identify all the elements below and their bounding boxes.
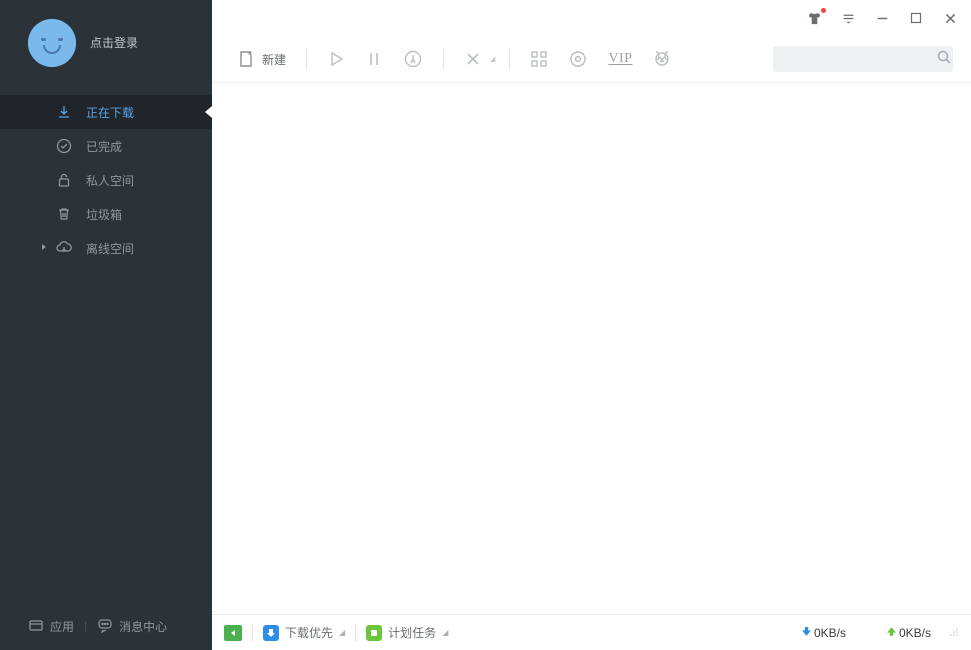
- check-circle-icon: [56, 138, 72, 154]
- maximize-button[interactable]: [907, 9, 925, 27]
- toolbar: 新建 ◢: [212, 36, 971, 82]
- nav-item-downloading[interactable]: 正在下载: [0, 95, 212, 129]
- pause-button[interactable]: [357, 46, 391, 72]
- divider: [443, 49, 444, 69]
- chevron-right-icon: [40, 243, 48, 254]
- sidebar: 点击登录 正在下载 已完成 私人空间: [0, 0, 212, 650]
- nav-label: 正在下载: [86, 104, 134, 121]
- status-schedule[interactable]: 计划任务 ◢: [366, 624, 448, 641]
- divider: [252, 625, 253, 641]
- nav-item-private[interactable]: 私人空间: [0, 163, 212, 197]
- login-link[interactable]: 点击登录: [90, 34, 138, 51]
- avatar[interactable]: [28, 19, 76, 67]
- skin-button[interactable]: [805, 9, 823, 27]
- search-icon: [936, 49, 952, 70]
- vip-button[interactable]: VIP: [600, 47, 640, 71]
- start-button[interactable]: [319, 46, 353, 72]
- new-button[interactable]: 新建: [228, 45, 294, 73]
- titlebar: [212, 0, 971, 36]
- chevron-down-icon: ◢: [442, 628, 448, 637]
- nav-label: 私人空间: [86, 172, 134, 189]
- statusbar: 下载优先 ◢ 计划任务 ◢ 0KB/s: [212, 614, 971, 650]
- search-box[interactable]: [773, 46, 953, 72]
- download-speed-value: 0KB/s: [814, 626, 846, 640]
- priority-icon: [263, 625, 279, 641]
- download-speed: 0KB/s: [801, 626, 846, 640]
- sidebar-header: 点击登录: [0, 0, 212, 85]
- content-area: [212, 82, 971, 614]
- schedule-icon: [366, 625, 382, 641]
- notification-dot: [821, 8, 826, 13]
- settings-button[interactable]: [560, 45, 596, 73]
- reward-button[interactable]: [644, 45, 680, 73]
- nav-label: 垃圾箱: [86, 206, 122, 223]
- sidebar-nav: 正在下载 已完成 私人空间 垃圾箱: [0, 85, 212, 265]
- vip-label: VIP: [608, 51, 632, 67]
- chevron-down-icon: ◢: [339, 628, 345, 637]
- nav-item-offline[interactable]: 离线空间: [0, 231, 212, 265]
- new-button-label: 新建: [262, 51, 286, 68]
- arrow-up-icon: [886, 626, 897, 640]
- arrow-down-icon: [801, 626, 812, 640]
- footer-messages[interactable]: 消息中心: [97, 617, 167, 636]
- nav-item-trash[interactable]: 垃圾箱: [0, 197, 212, 231]
- resize-grip[interactable]: [949, 626, 959, 640]
- status-priority[interactable]: 下载优先 ◢: [263, 624, 345, 641]
- upload-speed-value: 0KB/s: [899, 626, 931, 640]
- footer-apps-label: 应用: [50, 618, 74, 635]
- delete-button[interactable]: ◢: [456, 46, 497, 72]
- download-icon: [56, 104, 72, 120]
- nav-label: 已完成: [86, 138, 122, 155]
- divider: [306, 49, 307, 69]
- cloud-icon: [56, 240, 72, 256]
- divider: [509, 49, 510, 69]
- main-area: 新建 ◢: [212, 0, 971, 650]
- status-schedule-label: 计划任务: [388, 624, 436, 641]
- divider: [355, 625, 356, 641]
- upload-speed: 0KB/s: [886, 626, 931, 640]
- footer-apps[interactable]: 应用: [28, 617, 74, 636]
- trash-icon: [56, 206, 72, 222]
- divider: |: [84, 619, 87, 633]
- menu-button[interactable]: [839, 9, 857, 27]
- search-input[interactable]: [781, 52, 936, 66]
- sidebar-footer: 应用 | 消息中心: [0, 602, 212, 650]
- apps-icon: [28, 617, 44, 636]
- lock-open-icon: [56, 172, 72, 188]
- qrcode-button[interactable]: [522, 46, 556, 72]
- collapse-button[interactable]: [224, 625, 242, 641]
- minimize-button[interactable]: [873, 9, 891, 27]
- priority-button[interactable]: [395, 45, 431, 73]
- chevron-down-icon: ◢: [490, 55, 495, 63]
- nav-label: 离线空间: [86, 240, 134, 257]
- footer-messages-label: 消息中心: [119, 618, 167, 635]
- message-icon: [97, 617, 113, 636]
- nav-item-completed[interactable]: 已完成: [0, 129, 212, 163]
- close-button[interactable]: [941, 9, 959, 27]
- status-priority-label: 下载优先: [285, 624, 333, 641]
